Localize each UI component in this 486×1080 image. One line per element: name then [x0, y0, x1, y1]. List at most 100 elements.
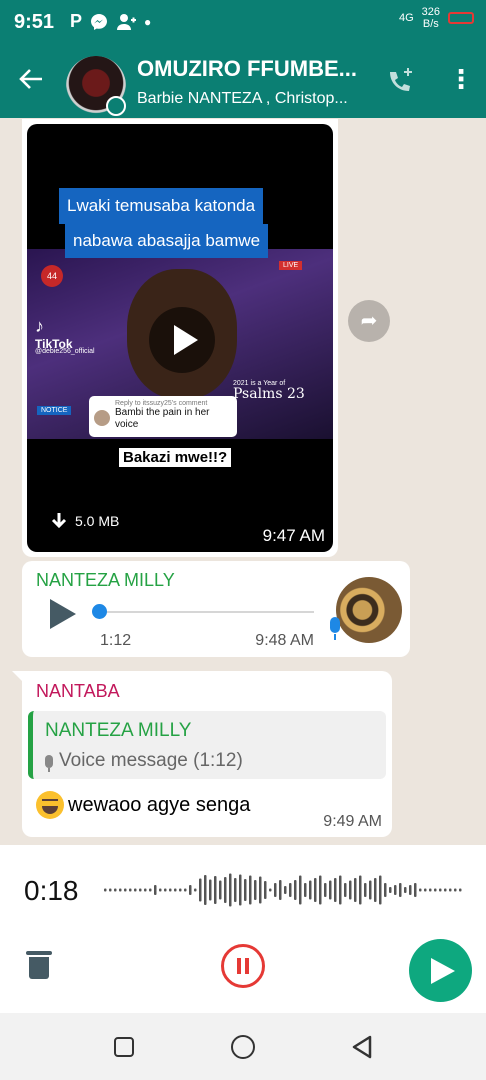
waveform-bar	[289, 883, 292, 897]
back-icon[interactable]	[351, 1035, 373, 1059]
quoted-message[interactable]: NANTEZA MILLY Voice message (1:12)	[28, 711, 386, 779]
waveform-bar	[244, 879, 247, 901]
notice-label: NOTICE	[37, 406, 72, 415]
waveform-bar	[309, 880, 312, 900]
waveform-bar	[379, 875, 382, 905]
download-icon[interactable]	[51, 512, 67, 530]
status-notification-icons: P ●	[70, 11, 151, 32]
waveform-bar	[334, 878, 337, 902]
sender-name[interactable]: NANTABA	[36, 681, 120, 702]
status-bar: 9:51 P ● 4G 326 B/s	[0, 0, 486, 46]
tiktok-logo: ♪ TikTok	[35, 316, 73, 351]
waveform-bar	[144, 888, 147, 892]
play-icon[interactable]	[149, 307, 215, 373]
add-call-icon[interactable]	[385, 68, 413, 103]
waveform-bar	[394, 885, 397, 895]
overlay-psalm: Psalms 23	[233, 386, 305, 402]
channel-badge: 44	[41, 265, 63, 287]
chat-participants[interactable]: Barbie NANTEZA , Christop...	[137, 90, 348, 108]
waveform-bar	[304, 883, 307, 897]
voice-play-icon[interactable]	[50, 599, 76, 629]
quoted-text: Voice message (1:12)	[59, 750, 243, 771]
laughing-emoji-icon	[36, 791, 64, 819]
waveform-bar	[449, 888, 452, 892]
waveform-bar	[439, 888, 442, 892]
recents-icon[interactable]	[114, 1037, 134, 1057]
waveform-bar	[119, 888, 122, 892]
video-caption-line1: Lwaki temusaba katonda	[59, 188, 264, 224]
voice-recorder-panel: 0:18	[0, 845, 486, 1013]
voice-message-bubble[interactable]: NANTEZA MILLY 1:12 9:48 AM	[22, 561, 410, 657]
network-speed-unit: B/s	[422, 18, 439, 30]
network-speed-value: 326	[421, 6, 440, 18]
waveform-bar	[274, 883, 277, 897]
waveform-bar	[184, 888, 187, 892]
voice-progress-track[interactable]	[100, 611, 314, 613]
send-button[interactable]	[409, 939, 472, 1002]
video-caption-line2: nabawa abasajja bamwe	[65, 224, 269, 258]
mic-icon	[330, 617, 340, 640]
waveform-bar	[264, 881, 267, 899]
waveform-bar	[359, 875, 362, 905]
waveform-bar	[294, 880, 297, 900]
sender-avatar[interactable]	[336, 577, 402, 643]
reply-message-bubble[interactable]: NANTABA NANTEZA MILLY Voice message (1:1…	[12, 671, 392, 837]
recording-elapsed: 0:18	[24, 875, 79, 906]
download-info[interactable]: 5.0 MB	[51, 512, 119, 530]
waveform-bar	[204, 875, 207, 905]
waveform-bar	[329, 880, 332, 900]
reply-header: Reply to itssuzy25's comment	[115, 400, 208, 407]
back-arrow-icon[interactable]	[18, 66, 44, 97]
file-size: 5.0 MB	[75, 513, 120, 529]
pause-recording-icon[interactable]	[221, 944, 265, 988]
waveform-bar	[369, 880, 372, 900]
waveform-bar	[414, 883, 417, 897]
waveform-bar	[159, 888, 162, 892]
voice-progress-knob[interactable]	[92, 604, 107, 619]
video-message-bubble[interactable]: Lwaki temusaba katonda nabawa abasajja b…	[22, 119, 338, 557]
waveform-bar	[114, 888, 117, 892]
waveform-bar	[374, 878, 377, 902]
waveform-bar	[249, 875, 252, 905]
waveform-bar	[109, 888, 112, 892]
live-badge: LIVE	[279, 261, 303, 270]
waveform-bar	[139, 888, 142, 892]
trash-lid	[26, 951, 52, 955]
trash-can	[29, 957, 49, 979]
waveform-bar	[429, 888, 432, 892]
waveform-bar	[434, 888, 437, 892]
waveform-bar	[419, 888, 422, 892]
chat-title[interactable]: OMUZIRO FFUMBE...	[137, 56, 357, 82]
waveform-bar	[424, 888, 427, 892]
video-overlay-text: Bakazi mwe!!?	[119, 448, 232, 467]
waveform-bar	[199, 878, 202, 902]
message-time: 9:49 AM	[323, 813, 382, 830]
system-nav-bar	[0, 1013, 486, 1080]
signal-icon: 4G	[398, 12, 414, 24]
sender-name[interactable]: NANTEZA MILLY	[36, 570, 175, 591]
messenger-icon	[91, 13, 108, 30]
home-icon[interactable]	[231, 1035, 255, 1059]
waveform-bar	[154, 885, 157, 895]
quoted-sender: NANTEZA MILLY	[45, 720, 192, 741]
delete-recording-icon[interactable]	[26, 951, 52, 979]
waveform-bar	[259, 876, 262, 904]
waveform-bar	[389, 887, 392, 893]
more-options-icon[interactable]: ⋮	[448, 64, 474, 95]
status-time: 9:51	[14, 11, 55, 33]
battery-icon	[448, 12, 474, 24]
waveform-bar	[459, 888, 462, 892]
network-speed: 326 B/s	[422, 6, 440, 30]
message-time: 9:48 AM	[255, 632, 314, 649]
waveform-bar	[354, 878, 357, 902]
reply-avatar	[94, 410, 110, 426]
forward-icon[interactable]: ➦	[348, 300, 390, 342]
voice-duration: 1:12	[100, 632, 132, 649]
video-thumbnail[interactable]: Lwaki temusaba katonda nabawa abasajja b…	[27, 124, 333, 552]
chat-header[interactable]: OMUZIRO FFUMBE... Barbie NANTEZA , Chris…	[0, 46, 486, 118]
waveform-bar	[229, 873, 232, 907]
waveform-bar	[299, 875, 302, 905]
group-avatar[interactable]	[66, 56, 126, 116]
waveform-bar	[104, 888, 107, 892]
reply-text: Bambi the pain in her voice	[115, 407, 210, 430]
